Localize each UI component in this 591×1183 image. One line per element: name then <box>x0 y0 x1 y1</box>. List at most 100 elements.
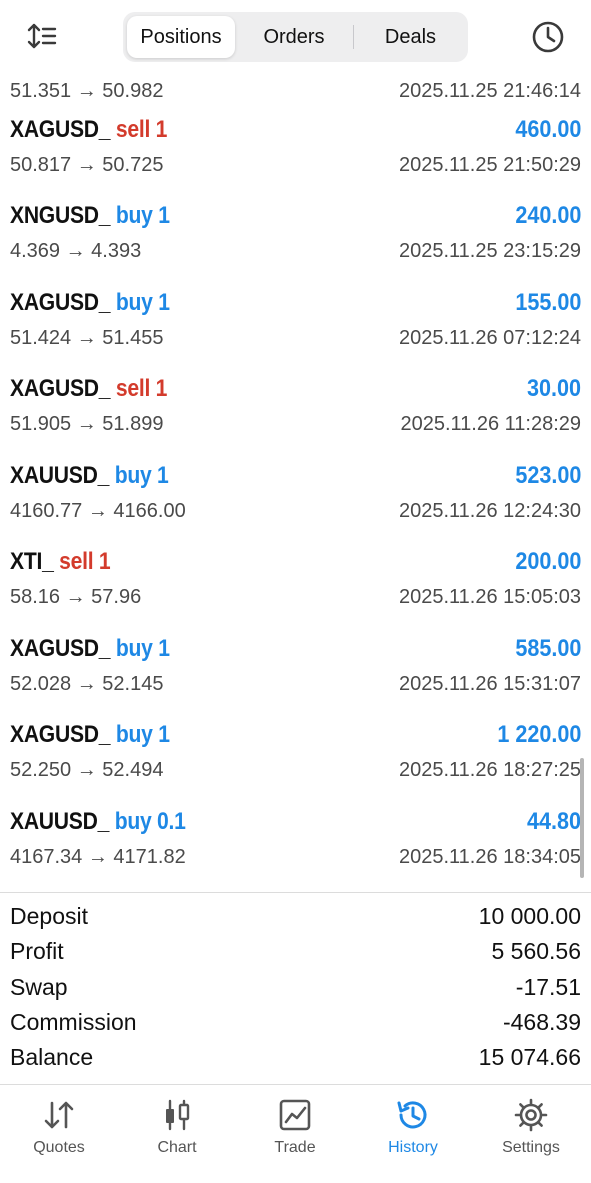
deal-prices: 50.817 → 50.725 <box>10 154 164 176</box>
clock-icon[interactable] <box>528 17 568 57</box>
deal-profit: 44.80 <box>526 808 581 835</box>
tab-orders[interactable]: Orders <box>239 16 349 58</box>
summary-value: -17.51 <box>515 974 581 1000</box>
summary-value: -468.39 <box>502 1009 581 1035</box>
deal-direction: buy 0.1 <box>114 808 186 835</box>
list-item[interactable]: XAUUSD_ buy 1 523.00 4160.77 → 4166.00 2… <box>0 454 591 540</box>
deal-prices: 4167.34 → 4171.82 <box>10 846 186 868</box>
summary-row-balance: Balance 15 074.66 <box>0 1041 591 1076</box>
tab-deals[interactable]: Deals <box>357 16 464 58</box>
deal-title: XAGUSD_ buy 1 <box>10 721 170 749</box>
tab-label: Trade <box>274 1139 316 1156</box>
deal-prices: 51.424 → 51.455 <box>10 327 164 349</box>
candlestick-chart-icon <box>157 1097 197 1133</box>
deal-profit: 585.00 <box>514 635 581 662</box>
summary-value: 5 560.56 <box>491 938 581 964</box>
deal-profit: 200.00 <box>514 548 581 575</box>
deal-symbol: XTI_ <box>10 548 54 575</box>
bottom-tab-bar: Quotes Chart Trade History Settings <box>0 1085 591 1183</box>
deal-profit: 240.00 <box>514 202 581 229</box>
deal-symbol: XNGUSD_ <box>10 202 111 229</box>
deal-prices: 52.028 → 52.145 <box>10 673 164 695</box>
tab-positions[interactable]: Positions <box>127 16 235 58</box>
scrollbar[interactable] <box>580 758 584 878</box>
deal-time: 2025.11.26 15:31:07 <box>398 673 581 695</box>
summary-label: Commission <box>10 1009 137 1035</box>
list-item[interactable]: XTI_ sell 1 200.00 58.16 → 57.96 2025.11… <box>0 540 591 626</box>
deal-prices: 51.351 → 50.982 <box>10 80 164 102</box>
tab-label: Settings <box>502 1139 560 1156</box>
list-item[interactable]: XNGUSD_ buy 1 240.00 4.369 → 4.393 2025.… <box>0 194 591 280</box>
summary-value: 15 074.66 <box>478 1044 581 1070</box>
tab-history[interactable]: History <box>354 1085 472 1183</box>
deal-symbol: XAGUSD_ <box>10 289 111 316</box>
deal-direction: buy 1 <box>114 462 169 489</box>
deal-symbol: XAUUSD_ <box>10 808 110 835</box>
summary-row-profit: Profit 5 560.56 <box>0 935 591 970</box>
summary-label: Swap <box>10 974 68 1000</box>
deal-profit: 30.00 <box>526 375 581 402</box>
deal-time: 2025.11.26 11:28:29 <box>400 413 581 435</box>
summary-label: Balance <box>10 1044 94 1070</box>
tab-chart[interactable]: Chart <box>118 1085 236 1183</box>
deal-prices: 52.250 → 52.494 <box>10 759 164 781</box>
deal-symbol: XAUUSD_ <box>10 462 110 489</box>
deal-title: XAUUSD_ buy 0.1 <box>10 808 186 836</box>
deal-time: 2025.11.26 07:12:24 <box>398 327 581 349</box>
deal-profit: 1 220.00 <box>496 721 581 748</box>
deal-time: 2025.11.26 18:27:25 <box>398 759 581 781</box>
summary-row-deposit: Deposit 10 000.00 <box>0 900 591 935</box>
deal-direction: buy 1 <box>115 635 170 662</box>
list-item[interactable]: XAGUSD_ buy 1 1 220.00 52.250 → 52.494 2… <box>0 713 591 799</box>
list-item[interactable]: 51.351 → 50.982 2025.11.25 21:46:14 <box>0 74 591 108</box>
history-icon <box>393 1097 433 1133</box>
tab-trade[interactable]: Trade <box>236 1085 354 1183</box>
list-item[interactable]: XAUUSD_ buy 0.1 44.80 4167.34 → 4171.82 … <box>0 800 591 886</box>
deal-time: 2025.11.25 21:50:29 <box>398 154 581 176</box>
deal-symbol: XAGUSD_ <box>10 375 111 402</box>
deal-title: XNGUSD_ buy 1 <box>10 202 170 230</box>
list-item[interactable]: XAGUSD_ sell 1 460.00 50.817 → 50.725 20… <box>0 108 591 194</box>
summary-row-swap: Swap -17.51 <box>0 971 591 1006</box>
deal-profit: 523.00 <box>514 462 581 489</box>
deal-direction: sell 1 <box>115 375 168 402</box>
summary-value: 10 000.00 <box>478 903 581 929</box>
deal-title: XAGUSD_ buy 1 <box>10 289 170 317</box>
list-item[interactable]: XAGUSD_ buy 1 585.00 52.028 → 52.145 202… <box>0 627 591 713</box>
gear-icon <box>511 1097 551 1133</box>
summary-label: Profit <box>10 938 64 964</box>
deal-profit: 155.00 <box>514 289 581 316</box>
tab-quotes[interactable]: Quotes <box>0 1085 118 1183</box>
deal-prices: 58.16 → 57.96 <box>10 586 142 608</box>
tab-label: History <box>388 1139 438 1156</box>
sort-icon[interactable] <box>22 18 62 54</box>
summary-label: Deposit <box>10 903 88 929</box>
deal-title: XAGUSD_ buy 1 <box>10 635 170 663</box>
list-item[interactable]: XAGUSD_ buy 1 155.00 51.424 → 51.455 202… <box>0 281 591 367</box>
segment-divider <box>353 25 354 49</box>
deal-title: XAUUSD_ buy 1 <box>10 462 169 490</box>
quotes-icon <box>39 1097 79 1133</box>
deal-title: XTI_ sell 1 <box>10 548 111 576</box>
deal-title: XAGUSD_ sell 1 <box>10 375 167 403</box>
deal-time: 2025.11.25 21:46:14 <box>398 80 581 102</box>
deal-direction: buy 1 <box>115 721 170 748</box>
tab-label: Quotes <box>33 1139 85 1156</box>
deal-prices: 4.369 → 4.393 <box>10 240 142 262</box>
segmented-control: Positions Orders Deals <box>123 12 468 62</box>
deal-symbol: XAGUSD_ <box>10 635 111 662</box>
deal-direction: buy 1 <box>115 202 170 229</box>
list-item[interactable]: XAGUSD_ sell 1 30.00 51.905 → 51.899 202… <box>0 367 591 453</box>
deal-time: 2025.11.26 15:05:03 <box>398 586 581 608</box>
deal-time: 2025.11.26 12:24:30 <box>398 500 581 522</box>
deal-direction: sell 1 <box>59 548 111 575</box>
deal-profit: 460.00 <box>514 116 581 143</box>
deal-symbol: XAGUSD_ <box>10 116 111 143</box>
deal-symbol: XAGUSD_ <box>10 721 111 748</box>
divider <box>0 892 591 893</box>
tab-label: Chart <box>157 1139 197 1156</box>
trade-chart-icon <box>275 1097 315 1133</box>
deal-prices: 4160.77 → 4166.00 <box>10 500 186 522</box>
tab-settings[interactable]: Settings <box>472 1085 590 1183</box>
deal-time: 2025.11.25 23:15:29 <box>398 240 581 262</box>
